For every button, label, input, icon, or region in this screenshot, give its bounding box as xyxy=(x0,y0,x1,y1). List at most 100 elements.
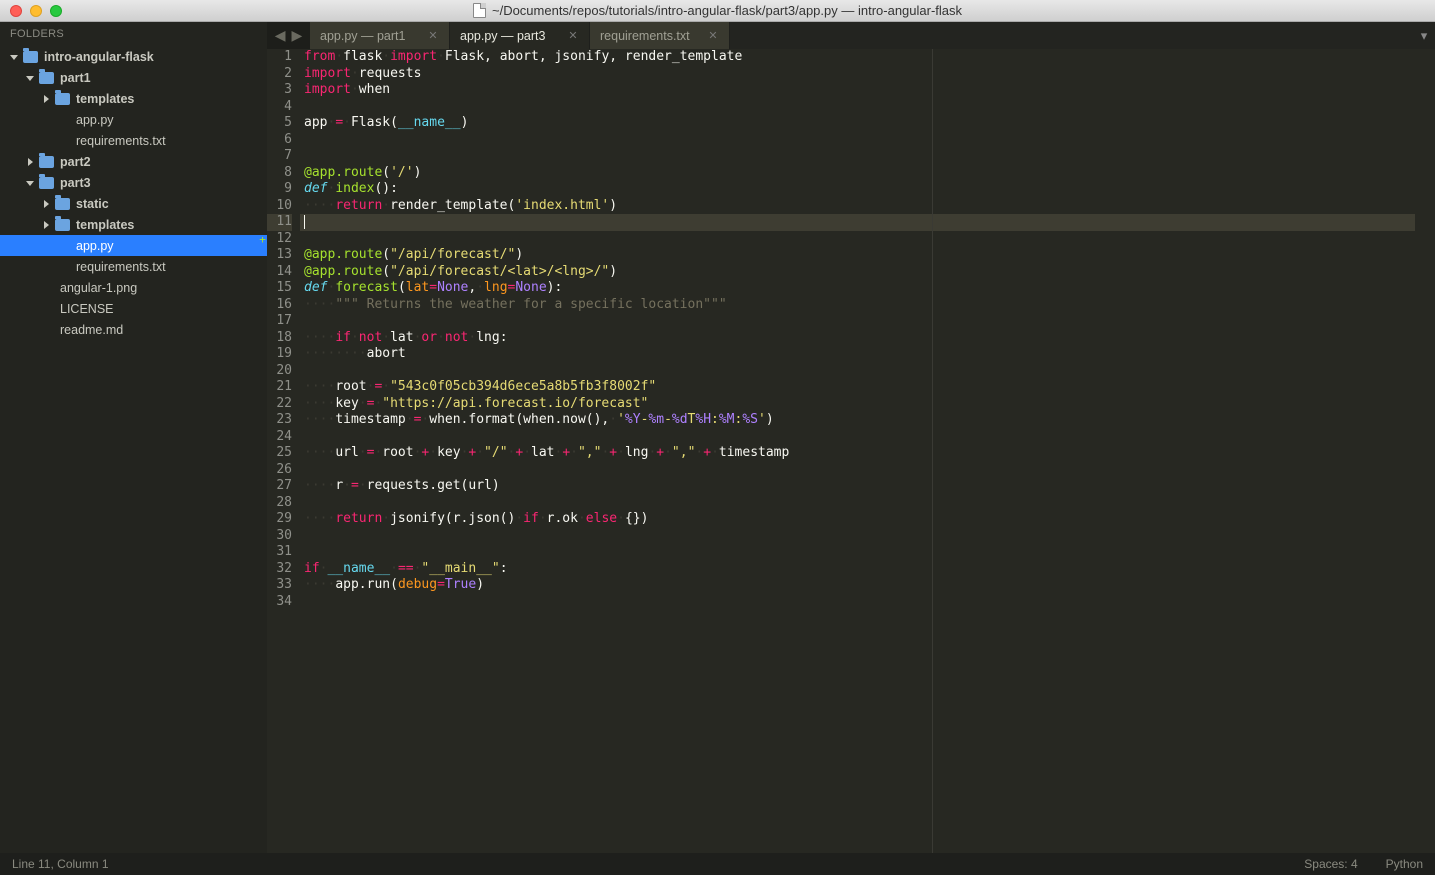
tree-node-label: app.py xyxy=(76,239,114,253)
file-tree-folder[interactable]: templates xyxy=(0,214,267,235)
code-line[interactable] xyxy=(300,462,1415,479)
disclosure-triangle-icon[interactable] xyxy=(42,221,50,229)
code-line[interactable]: def·index(): xyxy=(300,181,1415,198)
code-line[interactable] xyxy=(300,132,1415,149)
code-line[interactable] xyxy=(300,231,1415,248)
file-tree-file[interactable]: readme.md xyxy=(0,319,267,340)
tree-node-label: templates xyxy=(76,218,134,232)
code-line[interactable]: ····""" Returns the weather for a specif… xyxy=(300,297,1415,314)
tab-label: requirements.txt xyxy=(600,29,690,43)
file-tree-file[interactable]: requirements.txt xyxy=(0,256,267,277)
code-line[interactable] xyxy=(300,429,1415,446)
zoom-window-button[interactable] xyxy=(50,5,62,17)
tree-node-label: part1 xyxy=(60,71,91,85)
editor-tab[interactable]: app.py — part3 ✕ xyxy=(450,22,590,49)
code-line[interactable]: ····return·render_template('index.html') xyxy=(300,198,1415,215)
folder-icon xyxy=(55,198,70,210)
code-line[interactable]: @app.route("/api/forecast/") xyxy=(300,247,1415,264)
file-tree-file[interactable]: LICENSE xyxy=(0,298,267,319)
code-line[interactable]: import·when xyxy=(300,82,1415,99)
sidebar-header: FOLDERS xyxy=(0,22,267,44)
code-line[interactable]: import·requests xyxy=(300,66,1415,83)
editor-tab[interactable]: app.py — part1 ✕ xyxy=(310,22,450,49)
code-line[interactable] xyxy=(300,99,1415,116)
tree-node-label: part2 xyxy=(60,155,91,169)
editor-area: ◀ ▶ app.py — part1✕app.py — part3✕requir… xyxy=(267,22,1435,853)
folder-icon xyxy=(55,219,70,231)
folder-icon xyxy=(39,177,54,189)
code-line[interactable]: ····app.run(debug=True) xyxy=(300,577,1415,594)
disclosure-triangle-icon[interactable] xyxy=(42,95,50,103)
file-tree-folder[interactable]: part3 xyxy=(0,172,267,193)
disclosure-triangle-icon[interactable] xyxy=(26,74,34,82)
file-tree-folder[interactable]: templates xyxy=(0,88,267,109)
code-line[interactable] xyxy=(300,363,1415,380)
disclosure-triangle-icon[interactable] xyxy=(10,53,18,61)
tab-label: app.py — part1 xyxy=(320,29,405,43)
minimap[interactable] xyxy=(1415,49,1435,853)
prev-tab-icon[interactable]: ◀ xyxy=(275,27,286,44)
code-line[interactable] xyxy=(300,148,1415,165)
code-line[interactable] xyxy=(300,594,1415,611)
file-tree-folder[interactable]: part2 xyxy=(0,151,267,172)
code-line[interactable]: ····timestamp·=·when.format(when.now(),·… xyxy=(300,412,1415,429)
code-line[interactable]: ····key·=·"https://api.forecast.io/forec… xyxy=(300,396,1415,413)
code-line[interactable]: if·__name__·==·"__main__": xyxy=(300,561,1415,578)
code-area[interactable]: from·flask·import·Flask, abort, jsonify,… xyxy=(300,49,1415,853)
status-position[interactable]: Line 11, Column 1 xyxy=(12,857,109,871)
folder-icon xyxy=(39,72,54,84)
tab-nav-arrows: ◀ ▶ xyxy=(267,22,310,49)
tree-node-label: templates xyxy=(76,92,134,106)
disclosure-triangle-icon[interactable] xyxy=(26,179,34,187)
code-line[interactable]: ····url·=·root·+·key·+·"/"·+·lat·+·","·+… xyxy=(300,445,1415,462)
close-icon[interactable]: ✕ xyxy=(707,30,719,42)
tree-node-label: LICENSE xyxy=(60,302,114,316)
status-spaces[interactable]: Spaces: 4 xyxy=(1304,857,1357,871)
code-line[interactable]: def·forecast(lat=None,·lng=None): xyxy=(300,280,1415,297)
tree-node-label: requirements.txt xyxy=(76,260,166,274)
disclosure-triangle-icon[interactable] xyxy=(26,158,34,166)
editor[interactable]: 1234567891011+12131415161718192021222324… xyxy=(267,49,1435,853)
titlebar: ~/Documents/repos/tutorials/intro-angula… xyxy=(0,0,1435,22)
gutter: 1234567891011+12131415161718192021222324… xyxy=(267,49,300,853)
tabs-overflow-icon[interactable]: ▾ xyxy=(1413,22,1435,49)
next-tab-icon[interactable]: ▶ xyxy=(292,27,303,44)
code-line[interactable]: ········abort xyxy=(300,346,1415,363)
file-tree-folder[interactable]: intro-angular-flask xyxy=(0,46,267,67)
code-line[interactable]: app·=·Flask(__name__) xyxy=(300,115,1415,132)
code-line[interactable]: @app.route('/') xyxy=(300,165,1415,182)
file-tree[interactable]: intro-angular-flaskpart1templatesapp.pyr… xyxy=(0,44,267,853)
code-line[interactable] xyxy=(300,544,1415,561)
status-language[interactable]: Python xyxy=(1386,857,1423,871)
close-icon[interactable]: ✕ xyxy=(567,30,579,42)
code-line[interactable]: ····r·=·requests.get(url) xyxy=(300,478,1415,495)
file-tree-folder[interactable]: static xyxy=(0,193,267,214)
tab-label: app.py — part3 xyxy=(460,29,545,43)
code-line[interactable]: ····root·=·"543c0f05cb394d6ece5a8b5fb3f8… xyxy=(300,379,1415,396)
file-tree-file[interactable]: app.py xyxy=(0,235,267,256)
editor-tab[interactable]: requirements.txt ✕ xyxy=(590,22,730,49)
code-line[interactable] xyxy=(300,313,1415,330)
file-tree-file[interactable]: requirements.txt xyxy=(0,130,267,151)
tree-node-label: part3 xyxy=(60,176,91,190)
folder-icon xyxy=(55,93,70,105)
minimize-window-button[interactable] xyxy=(30,5,42,17)
code-line[interactable]: from·flask·import·Flask, abort, jsonify,… xyxy=(300,49,1415,66)
folder-icon xyxy=(23,51,38,63)
code-line[interactable]: @app.route("/api/forecast/<lat>/<lng>/") xyxy=(300,264,1415,281)
tree-node-label: intro-angular-flask xyxy=(44,50,154,64)
window-title: ~/Documents/repos/tutorials/intro-angula… xyxy=(492,3,962,18)
file-tree-file[interactable]: app.py xyxy=(0,109,267,130)
code-line[interactable] xyxy=(300,214,1415,231)
code-line[interactable]: ····return·jsonify(r.json()·if·r.ok·else… xyxy=(300,511,1415,528)
close-window-button[interactable] xyxy=(10,5,22,17)
close-icon[interactable]: ✕ xyxy=(427,30,439,42)
disclosure-triangle-icon[interactable] xyxy=(42,200,50,208)
tree-node-label: angular-1.png xyxy=(60,281,137,295)
code-line[interactable] xyxy=(300,528,1415,545)
file-tree-folder[interactable]: part1 xyxy=(0,67,267,88)
statusbar: Line 11, Column 1 Spaces: 4 Python xyxy=(0,853,1435,875)
file-tree-file[interactable]: angular-1.png xyxy=(0,277,267,298)
code-line[interactable] xyxy=(300,495,1415,512)
code-line[interactable]: ····if·not·lat·or·not·lng: xyxy=(300,330,1415,347)
